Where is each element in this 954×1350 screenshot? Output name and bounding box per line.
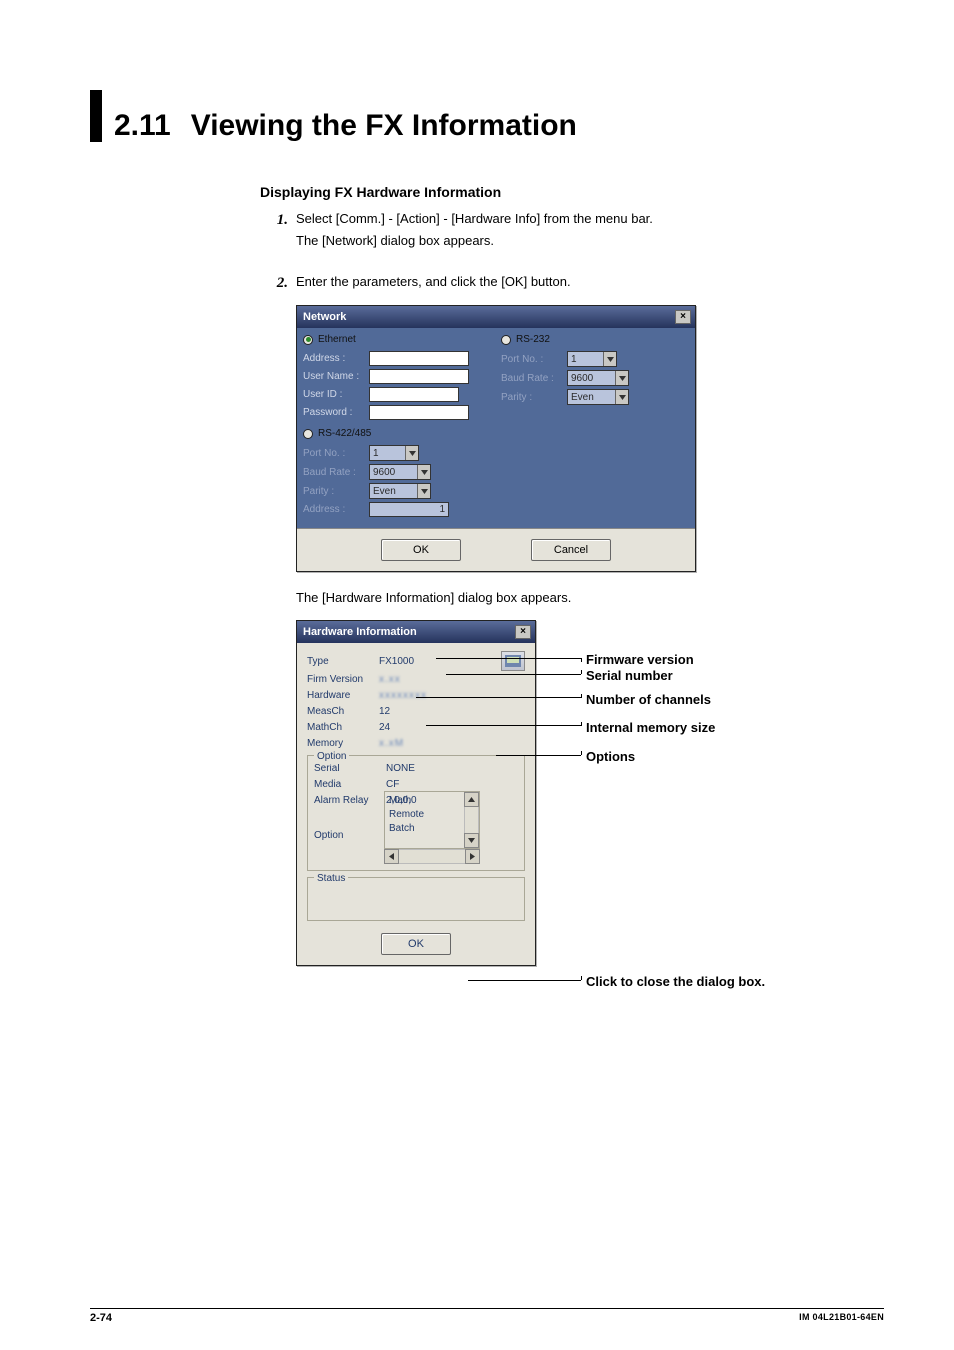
- uname-label: User Name :: [303, 369, 365, 384]
- callout-serial: Serial number: [586, 666, 673, 686]
- meas-label: MeasCh: [307, 704, 379, 719]
- rs232-baud-select[interactable]: 9600: [567, 370, 629, 386]
- alarm-label: Alarm Relay: [314, 793, 386, 808]
- chevron-down-icon: [615, 390, 628, 404]
- rs232-radio-label: RS-232: [516, 332, 550, 347]
- scroll-up-icon[interactable]: [464, 792, 479, 807]
- step-1-line-2: The [Network] dialog box appears.: [296, 231, 884, 251]
- firm-value: x.xx: [379, 672, 401, 687]
- math-value: 24: [379, 720, 390, 735]
- rs422-baud-label: Baud Rate :: [303, 465, 365, 480]
- device-icon: [501, 651, 525, 671]
- chevron-down-icon: [603, 352, 616, 366]
- password-input[interactable]: [369, 405, 469, 420]
- callout-close: Click to close the dialog box.: [586, 972, 765, 992]
- type-label: Type: [307, 654, 379, 669]
- option-listbox[interactable]: Math Remote Batch: [384, 791, 480, 849]
- subheading: Displaying FX Hardware Information: [260, 182, 884, 203]
- hardware-info-dialog: Hardware Information × Type FX1000: [296, 620, 536, 967]
- userid-input[interactable]: [369, 387, 459, 402]
- option-item: Batch: [389, 822, 460, 836]
- section-accent-bar: [90, 90, 102, 142]
- page-number: 2-74: [90, 1312, 112, 1324]
- username-input[interactable]: [369, 369, 469, 384]
- scroll-down-icon[interactable]: [464, 833, 479, 848]
- chevron-down-icon: [417, 484, 430, 498]
- mem-value: x.xM: [379, 736, 404, 751]
- pwd-label: Password :: [303, 405, 365, 420]
- network-dialog: Network × Ethernet: [296, 305, 696, 573]
- status-legend: Status: [314, 871, 348, 886]
- rs422-portno-label: Port No. :: [303, 446, 365, 461]
- ethernet-radio[interactable]: [303, 335, 313, 345]
- rs422-radio-label: RS-422/485: [318, 426, 371, 441]
- ethernet-radio-label: Ethernet: [318, 332, 356, 347]
- callout-memory: Internal memory size: [586, 718, 715, 738]
- rs232-parity-label: Parity :: [501, 390, 563, 405]
- rs422-radio[interactable]: [303, 429, 313, 439]
- option-side-label: Option: [314, 828, 386, 843]
- section-number: 2.11: [114, 109, 171, 142]
- math-label: MathCh: [307, 720, 379, 735]
- chevron-down-icon: [405, 446, 418, 460]
- close-icon[interactable]: ×: [515, 625, 531, 639]
- rs232-baud-label: Baud Rate :: [501, 371, 563, 386]
- option-item: Math: [389, 794, 460, 808]
- rs422-addr-label: Address :: [303, 502, 365, 517]
- chevron-down-icon: [417, 465, 430, 479]
- address-input[interactable]: [369, 351, 469, 366]
- firm-label: Firm Version: [307, 672, 379, 687]
- hwi-title: Hardware Information: [303, 624, 515, 641]
- addr-label: Address :: [303, 351, 365, 366]
- rs232-portno-select[interactable]: 1: [567, 351, 617, 367]
- scroll-left-icon[interactable]: [384, 849, 399, 864]
- meas-value: 12: [379, 704, 390, 719]
- step-number-2: 2.: [260, 272, 288, 295]
- media-value: CF: [386, 777, 399, 792]
- hw-label: Hardware: [307, 688, 379, 703]
- chevron-down-icon: [615, 371, 628, 385]
- option-item: Remote: [389, 808, 460, 822]
- serial-value: NONE: [386, 761, 415, 776]
- rs232-radio[interactable]: [501, 335, 511, 345]
- rs422-parity-label: Parity :: [303, 484, 365, 499]
- step-2-line-1: Enter the parameters, and click the [OK]…: [296, 272, 884, 292]
- rs232-parity-select[interactable]: Even: [567, 389, 629, 405]
- doc-id: IM 04L21B01-64EN: [799, 1312, 884, 1324]
- network-title: Network: [303, 309, 675, 326]
- after-network-text: The [Hardware Information] dialog box ap…: [296, 588, 884, 608]
- uid-label: User ID :: [303, 387, 365, 402]
- close-icon[interactable]: ×: [675, 310, 691, 324]
- rs422-parity-select[interactable]: Even: [369, 483, 431, 499]
- callout-channels: Number of channels: [586, 690, 711, 710]
- option-legend: Option: [314, 749, 349, 764]
- step-1-line-1: Select [Comm.] - [Action] - [Hardware In…: [296, 209, 884, 229]
- cancel-button[interactable]: Cancel: [531, 539, 611, 561]
- rs422-address-input[interactable]: 1: [369, 502, 449, 517]
- hwi-ok-button[interactable]: OK: [381, 933, 451, 955]
- ok-button[interactable]: OK: [381, 539, 461, 561]
- callout-options: Options: [586, 747, 635, 767]
- section-title: Viewing the FX Information: [191, 109, 577, 142]
- rs422-baud-select[interactable]: 9600: [369, 464, 431, 480]
- rs422-portno-select[interactable]: 1: [369, 445, 419, 461]
- media-label: Media: [314, 777, 386, 792]
- hw-value: xxxxxxxx: [379, 688, 427, 703]
- rs232-portno-label: Port No. :: [501, 352, 563, 367]
- step-number-1: 1.: [260, 209, 288, 232]
- scroll-right-icon[interactable]: [465, 849, 480, 864]
- type-value: FX1000: [379, 654, 414, 669]
